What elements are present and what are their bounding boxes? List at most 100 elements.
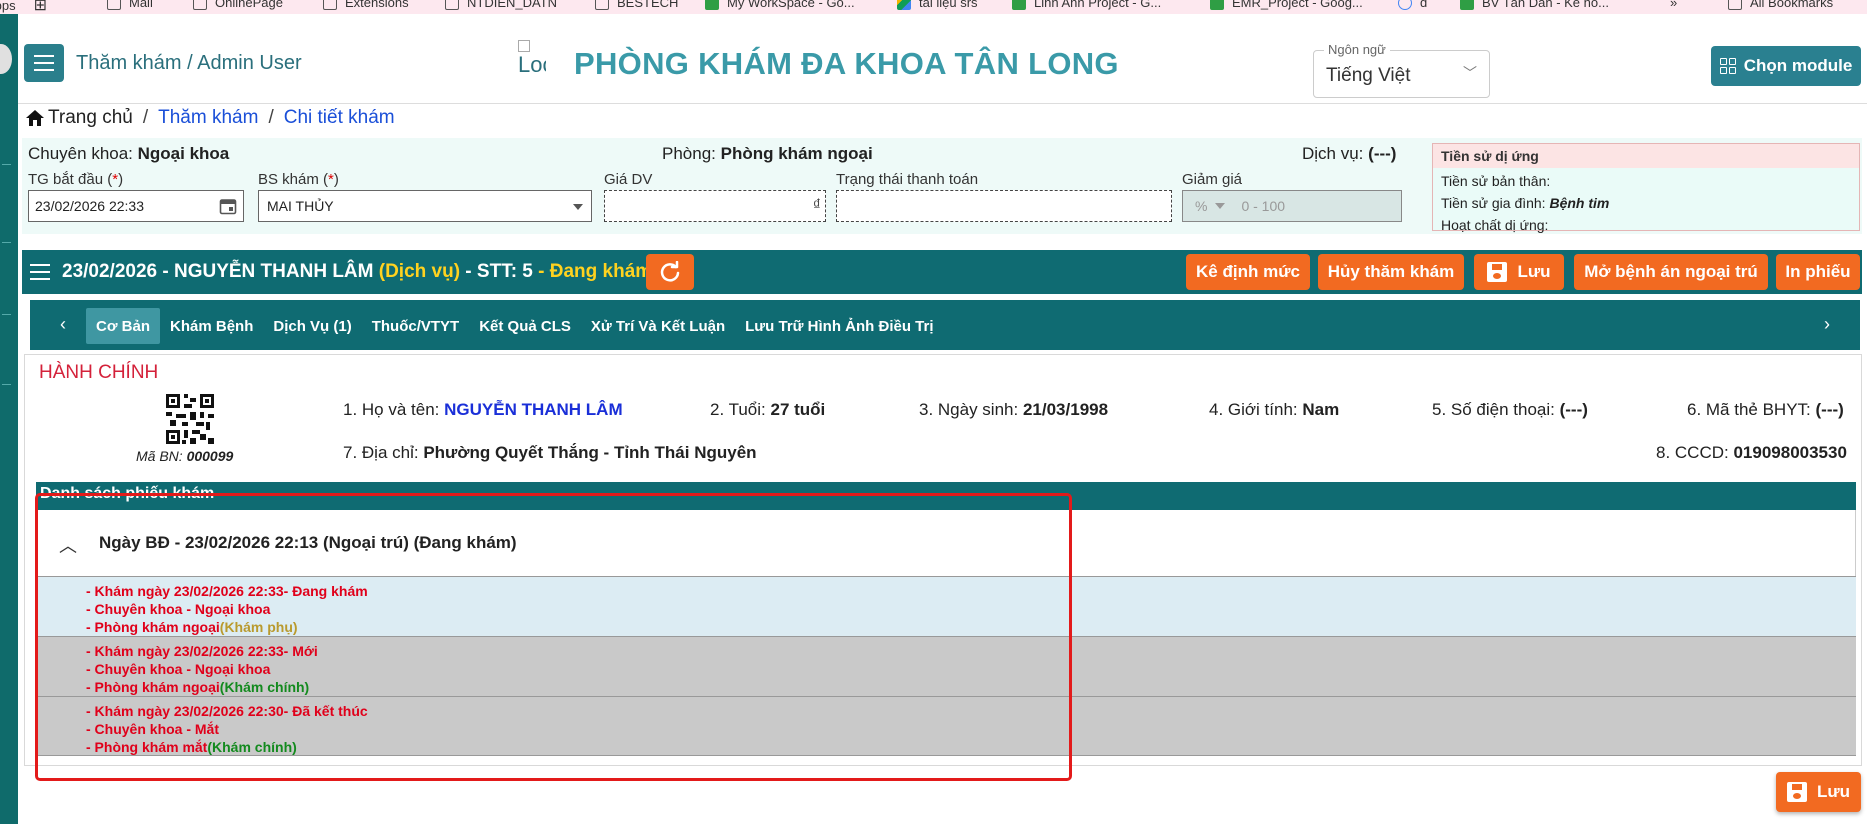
chevron-left-icon[interactable]: ‹ [60,314,66,335]
bookmark-mail[interactable]: Mail [107,0,153,10]
tab-co-ban[interactable]: Cơ Bản [86,308,161,344]
breadcrumb: Trang chủ / Thăm khám / Chi tiết khám [26,107,395,129]
sheets-icon [1460,0,1474,10]
folder-icon [445,0,459,10]
patient-code: Mã BN: 000099 [136,448,234,464]
specialty-info: Chuyên khoa: Ngoại khoa [28,144,230,163]
bookmark-apps[interactable]: Apps⊞ [0,0,47,14]
start-time-field[interactable]: 23/02/2026 22:33 [28,190,244,222]
dropdown-arrow-icon [573,204,583,210]
save-icon [1786,782,1807,802]
grid-icon [1719,58,1736,74]
tabs-bar: ‹ Cơ Bản Khám Bệnh Dịch Vụ (1) Thuốc/VTY… [30,300,1860,350]
tab-thuoc-vtyt[interactable]: Thuốc/VTYT [362,308,470,344]
family-history: Tiền sử gia đình: Bệnh tim [1441,195,1610,211]
breadcrumb-separator: / [268,107,274,128]
tab-xu-tri-ket-luan[interactable]: Xử Trí Và Kết Luận [581,308,735,344]
discount-unit: % [1195,198,1208,214]
clinic-name: PHÒNG KHÁM ĐA KHOA TÂN LONG [574,46,1119,81]
refresh-button[interactable] [646,254,694,290]
tab-list: Cơ Bản Khám Bệnh Dịch Vụ (1) Thuốc/VTYT … [86,308,944,344]
breadcrumb-tham-kham[interactable]: Thăm khám [158,107,258,129]
patient-cccd: 8. CCCD: 019098003530 [1656,443,1847,462]
discount-field: % 0 - 100 [1182,190,1402,222]
qr-code-icon [166,394,214,444]
exam-info-panel: Chuyên khoa: Ngoại khoa Phòng: Phòng khá… [22,138,1862,234]
calendar-icon[interactable] [219,197,237,215]
payment-status-label: Trạng thái thanh toán [836,171,979,188]
bookmarks-bar: Apps⊞ Mail OnlinePage Extensions NTDIEN_… [0,0,1867,14]
patient-phone: 5. Số điện thoại: (---) [1432,400,1588,419]
chevron-right-icon[interactable]: › [1824,314,1830,335]
language-label: Ngôn ngữ [1324,42,1390,57]
ke-dinh-muc-button[interactable]: Kê định mức [1186,254,1310,290]
exam-list-item[interactable]: - Khám ngày 23/02/2026 22:30- Đã kết thú… [36,696,1856,756]
section-title-hanh-chinh: HÀNH CHÍNH [39,362,159,383]
bookmark-ntdien[interactable]: NTDIEN_DATN [445,0,557,10]
floating-save-button[interactable]: Lưu [1776,772,1861,812]
price-input[interactable]: ₫ [604,190,826,222]
print-button[interactable]: In phiếu [1776,254,1860,290]
home-icon [26,110,44,126]
bookmarks-overflow[interactable]: » [1670,0,1677,10]
divider [2,242,11,243]
tab-kham-benh[interactable]: Khám Bệnh [160,308,263,344]
discount-label: Giảm giá [1182,171,1243,188]
hamburger-menu-button[interactable] [24,44,64,82]
bookmark-onlinepage[interactable]: OnlinePage [193,0,283,10]
folder-icon [193,0,207,10]
breadcrumb-chi-tiet-kham[interactable]: Chi tiết khám [284,107,395,129]
price-label: Giá DV [604,171,653,188]
bookmark-extensions[interactable]: Extensions [323,0,409,10]
room-info: Phòng: Phòng khám ngoại [662,144,873,163]
language-select[interactable]: Ngôn ngữ Tiếng Việt ﹀ [1313,42,1490,98]
breadcrumb-home[interactable]: Trang chủ [26,107,133,129]
bookmark-linhanh[interactable]: Linh Anh Project - G... [1012,0,1161,10]
bookmark-bestech[interactable]: BESTECH [595,0,678,10]
patient-dob: 3. Ngày sinh: 21/03/1998 [919,400,1109,419]
payment-status-field[interactable] [836,190,1172,222]
doctor-label: BS khám (*) [258,171,339,188]
folder-icon [323,0,337,10]
dropdown-arrow-icon [1215,203,1226,209]
patient-age: 2. Tuổi: 27 tuổi [710,400,826,419]
patient-toolbar: 23/02/2026 - NGUYỄN THANH LÂM (Dịch vụ) … [22,250,1862,294]
tab-luu-tru-hinh-anh[interactable]: Lưu Trữ Hình Ảnh Điều Trị [735,308,943,344]
bookmark-emr[interactable]: EMR_Project - Goog... [1210,0,1363,10]
cancel-exam-button[interactable]: Hủy thăm khám [1318,254,1464,290]
bookmark-all[interactable]: All Bookmarks [1728,0,1833,10]
patient-bhyt: 6. Mã thẻ BHYT: (---) [1687,400,1844,419]
save-icon [1487,262,1508,282]
sheets-icon [1210,0,1224,10]
apps-grid-icon: ⊞ [33,0,48,14]
patient-gender: 4. Giới tính: Nam [1209,400,1340,419]
folder-icon [107,0,121,10]
chevron-up-icon[interactable]: ︿ [59,532,77,558]
broken-image-icon [518,40,530,52]
tab-ket-qua-cls[interactable]: Kết Quả CLS [469,308,581,344]
save-button[interactable]: Lưu [1474,254,1564,290]
bookmark-bvtandan[interactable]: BV Tân Dân - Kế ho... [1460,0,1609,10]
clinic-logo: Loc [518,40,546,92]
bookmark-d[interactable]: đ [1398,0,1427,10]
drive-icon [897,0,911,10]
drawer-handle[interactable] [0,44,12,74]
bookmark-srs[interactable]: tài liệu srs [897,0,978,10]
patient-menu-icon[interactable] [30,264,50,280]
open-outpatient-record-button[interactable]: Mở bệnh án ngoại trú [1574,254,1768,290]
doctor-select[interactable]: MAI THỦY [258,190,592,222]
divider [2,314,11,315]
self-history: Tiền sử bản thân: [1441,173,1551,189]
tab-dich-vu[interactable]: Dịch Vụ (1) [263,308,361,344]
breadcrumb-separator: / [142,107,149,128]
bookmark-workspace[interactable]: My WorkSpace - Go... [705,0,855,10]
patient-title: 23/02/2026 - NGUYỄN THANH LÂM (Dịch vụ) … [62,261,653,282]
app-header: Thăm khám / Admin User Loc PHÒNG KHÁM ĐA… [18,14,1867,104]
exam-list-item[interactable]: - Khám ngày 23/02/2026 22:33- Đang khám … [36,576,1856,636]
choose-module-button[interactable]: Chọn module [1711,46,1861,86]
refresh-icon [660,261,680,282]
chevron-down-icon: ﹀ [1463,65,1477,81]
exam-list-item[interactable]: - Khám ngày 23/02/2026 22:33- Mới - Chuy… [36,636,1856,696]
chrome-icon [1398,0,1412,10]
exam-group[interactable]: ︿ Ngày BĐ - 23/02/2026 22:13 (Ngoại trú)… [36,510,1856,576]
